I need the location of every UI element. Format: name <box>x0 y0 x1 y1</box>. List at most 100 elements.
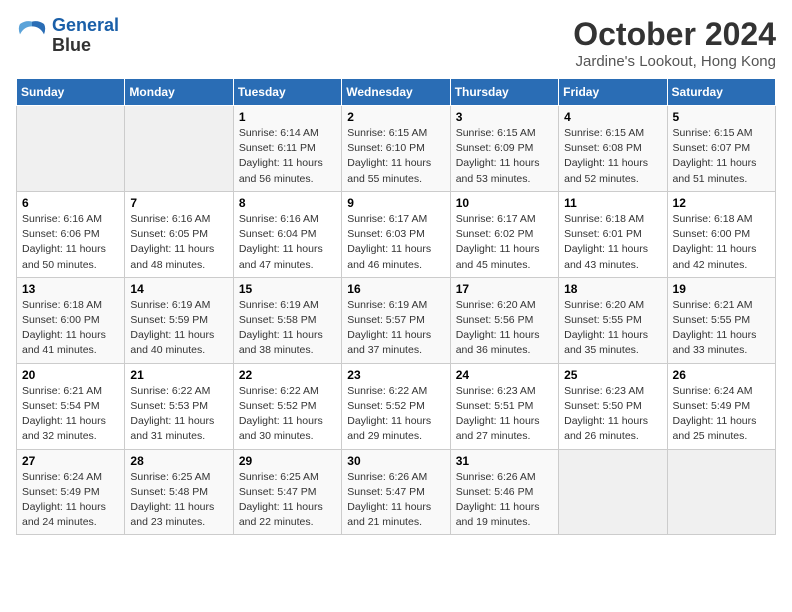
day-number: 4 <box>564 110 661 124</box>
day-info: Sunrise: 6:16 AM Sunset: 6:04 PM Dayligh… <box>239 212 336 273</box>
calendar-cell: 26 Sunrise: 6:24 AM Sunset: 5:49 PM Dayli… <box>667 363 775 449</box>
calendar-cell: 28 Sunrise: 6:25 AM Sunset: 5:48 PM Dayli… <box>125 449 233 535</box>
day-number: 16 <box>347 282 444 296</box>
calendar-cell: 22 Sunrise: 6:22 AM Sunset: 5:52 PM Dayli… <box>233 363 341 449</box>
calendar-cell: 16 Sunrise: 6:19 AM Sunset: 5:57 PM Dayli… <box>342 277 450 363</box>
day-info: Sunrise: 6:23 AM Sunset: 5:50 PM Dayligh… <box>564 384 661 445</box>
day-number: 19 <box>673 282 770 296</box>
day-info: Sunrise: 6:19 AM Sunset: 5:57 PM Dayligh… <box>347 298 444 359</box>
day-info: Sunrise: 6:15 AM Sunset: 6:10 PM Dayligh… <box>347 126 444 187</box>
calendar-body: 1 Sunrise: 6:14 AM Sunset: 6:11 PM Daylig… <box>17 106 776 535</box>
week-row-3: 13 Sunrise: 6:18 AM Sunset: 6:00 PM Dayli… <box>17 277 776 363</box>
day-info: Sunrise: 6:17 AM Sunset: 6:03 PM Dayligh… <box>347 212 444 273</box>
calendar-cell: 24Sunrise: 6:23 AM Sunset: 5:51 PM Dayli… <box>450 363 558 449</box>
day-info: Sunrise: 6:26 AM Sunset: 5:46 PM Dayligh… <box>456 470 553 531</box>
day-header-tuesday: Tuesday <box>233 79 341 106</box>
week-row-5: 27 Sunrise: 6:24 AM Sunset: 5:49 PM Dayli… <box>17 449 776 535</box>
calendar-cell <box>559 449 667 535</box>
day-info: Sunrise: 6:16 AM Sunset: 6:05 PM Dayligh… <box>130 212 227 273</box>
day-number: 22 <box>239 368 336 382</box>
day-number: 10 <box>456 196 553 210</box>
day-number: 23 <box>347 368 444 382</box>
calendar-cell: 21Sunrise: 6:22 AM Sunset: 5:53 PM Dayli… <box>125 363 233 449</box>
calendar-cell: 9 Sunrise: 6:17 AM Sunset: 6:03 PM Daylig… <box>342 191 450 277</box>
calendar-cell: 13 Sunrise: 6:18 AM Sunset: 6:00 PM Dayli… <box>17 277 125 363</box>
day-number: 7 <box>130 196 227 210</box>
day-number: 17 <box>456 282 553 296</box>
day-info: Sunrise: 6:15 AM Sunset: 6:07 PM Dayligh… <box>673 126 770 187</box>
day-info: Sunrise: 6:18 AM Sunset: 6:00 PM Dayligh… <box>673 212 770 273</box>
location: Jardine's Lookout, Hong Kong <box>573 53 776 70</box>
header-row: SundayMondayTuesdayWednesdayThursdayFrid… <box>17 79 776 106</box>
day-number: 27 <box>22 454 119 468</box>
day-info: Sunrise: 6:14 AM Sunset: 6:11 PM Dayligh… <box>239 126 336 187</box>
calendar-cell: 5 Sunrise: 6:15 AM Sunset: 6:07 PM Daylig… <box>667 106 775 192</box>
logo: General Blue <box>16 16 119 56</box>
calendar-cell: 30 Sunrise: 6:26 AM Sunset: 5:47 PM Dayli… <box>342 449 450 535</box>
calendar-cell: 12Sunrise: 6:18 AM Sunset: 6:00 PM Dayli… <box>667 191 775 277</box>
month-title: October 2024 <box>573 16 776 53</box>
day-header-sunday: Sunday <box>17 79 125 106</box>
day-info: Sunrise: 6:24 AM Sunset: 5:49 PM Dayligh… <box>673 384 770 445</box>
calendar-cell: 19 Sunrise: 6:21 AM Sunset: 5:55 PM Dayli… <box>667 277 775 363</box>
day-info: Sunrise: 6:15 AM Sunset: 6:09 PM Dayligh… <box>456 126 553 187</box>
calendar-cell <box>667 449 775 535</box>
calendar-cell: 27 Sunrise: 6:24 AM Sunset: 5:49 PM Dayli… <box>17 449 125 535</box>
day-number: 30 <box>347 454 444 468</box>
day-number: 2 <box>347 110 444 124</box>
day-info: Sunrise: 6:24 AM Sunset: 5:49 PM Dayligh… <box>22 470 119 531</box>
day-header-friday: Friday <box>559 79 667 106</box>
week-row-2: 6Sunrise: 6:16 AM Sunset: 6:06 PM Daylig… <box>17 191 776 277</box>
day-info: Sunrise: 6:15 AM Sunset: 6:08 PM Dayligh… <box>564 126 661 187</box>
day-number: 9 <box>347 196 444 210</box>
week-row-4: 20Sunrise: 6:21 AM Sunset: 5:54 PM Dayli… <box>17 363 776 449</box>
day-number: 5 <box>673 110 770 124</box>
day-info: Sunrise: 6:19 AM Sunset: 5:58 PM Dayligh… <box>239 298 336 359</box>
day-number: 14 <box>130 282 227 296</box>
day-number: 18 <box>564 282 661 296</box>
day-info: Sunrise: 6:25 AM Sunset: 5:48 PM Dayligh… <box>130 470 227 531</box>
calendar-cell <box>125 106 233 192</box>
calendar-cell: 31 Sunrise: 6:26 AM Sunset: 5:46 PM Dayli… <box>450 449 558 535</box>
calendar-cell: 25 Sunrise: 6:23 AM Sunset: 5:50 PM Dayli… <box>559 363 667 449</box>
day-info: Sunrise: 6:18 AM Sunset: 6:01 PM Dayligh… <box>564 212 661 273</box>
title-block: October 2024 Jardine's Lookout, Hong Kon… <box>573 16 776 70</box>
day-number: 25 <box>564 368 661 382</box>
day-number: 8 <box>239 196 336 210</box>
day-number: 28 <box>130 454 227 468</box>
day-number: 26 <box>673 368 770 382</box>
calendar-cell: 4 Sunrise: 6:15 AM Sunset: 6:08 PM Daylig… <box>559 106 667 192</box>
day-info: Sunrise: 6:17 AM Sunset: 6:02 PM Dayligh… <box>456 212 553 273</box>
day-info: Sunrise: 6:22 AM Sunset: 5:52 PM Dayligh… <box>347 384 444 445</box>
calendar-header: SundayMondayTuesdayWednesdayThursdayFrid… <box>17 79 776 106</box>
calendar-cell: 17 Sunrise: 6:20 AM Sunset: 5:56 PM Dayli… <box>450 277 558 363</box>
calendar-cell: 15Sunrise: 6:19 AM Sunset: 5:58 PM Dayli… <box>233 277 341 363</box>
calendar-cell: 2 Sunrise: 6:15 AM Sunset: 6:10 PM Daylig… <box>342 106 450 192</box>
day-info: Sunrise: 6:23 AM Sunset: 5:51 PM Dayligh… <box>456 384 553 445</box>
day-number: 13 <box>22 282 119 296</box>
day-number: 1 <box>239 110 336 124</box>
day-info: Sunrise: 6:20 AM Sunset: 5:56 PM Dayligh… <box>456 298 553 359</box>
day-header-monday: Monday <box>125 79 233 106</box>
day-info: Sunrise: 6:21 AM Sunset: 5:55 PM Dayligh… <box>673 298 770 359</box>
logo-text: General Blue <box>52 16 119 56</box>
day-info: Sunrise: 6:22 AM Sunset: 5:52 PM Dayligh… <box>239 384 336 445</box>
calendar-cell: 8 Sunrise: 6:16 AM Sunset: 6:04 PM Daylig… <box>233 191 341 277</box>
page-header: General Blue October 2024 Jardine's Look… <box>16 16 776 70</box>
day-header-saturday: Saturday <box>667 79 775 106</box>
calendar-cell: 14Sunrise: 6:19 AM Sunset: 5:59 PM Dayli… <box>125 277 233 363</box>
day-number: 31 <box>456 454 553 468</box>
calendar-cell: 6Sunrise: 6:16 AM Sunset: 6:06 PM Daylig… <box>17 191 125 277</box>
calendar-cell: 3 Sunrise: 6:15 AM Sunset: 6:09 PM Daylig… <box>450 106 558 192</box>
day-number: 11 <box>564 196 661 210</box>
calendar-cell: 1 Sunrise: 6:14 AM Sunset: 6:11 PM Daylig… <box>233 106 341 192</box>
day-info: Sunrise: 6:25 AM Sunset: 5:47 PM Dayligh… <box>239 470 336 531</box>
day-number: 20 <box>22 368 119 382</box>
day-info: Sunrise: 6:18 AM Sunset: 6:00 PM Dayligh… <box>22 298 119 359</box>
calendar-cell: 10 Sunrise: 6:17 AM Sunset: 6:02 PM Dayli… <box>450 191 558 277</box>
day-number: 29 <box>239 454 336 468</box>
calendar-cell: 7 Sunrise: 6:16 AM Sunset: 6:05 PM Daylig… <box>125 191 233 277</box>
day-number: 3 <box>456 110 553 124</box>
calendar-cell: 23 Sunrise: 6:22 AM Sunset: 5:52 PM Dayli… <box>342 363 450 449</box>
day-info: Sunrise: 6:26 AM Sunset: 5:47 PM Dayligh… <box>347 470 444 531</box>
